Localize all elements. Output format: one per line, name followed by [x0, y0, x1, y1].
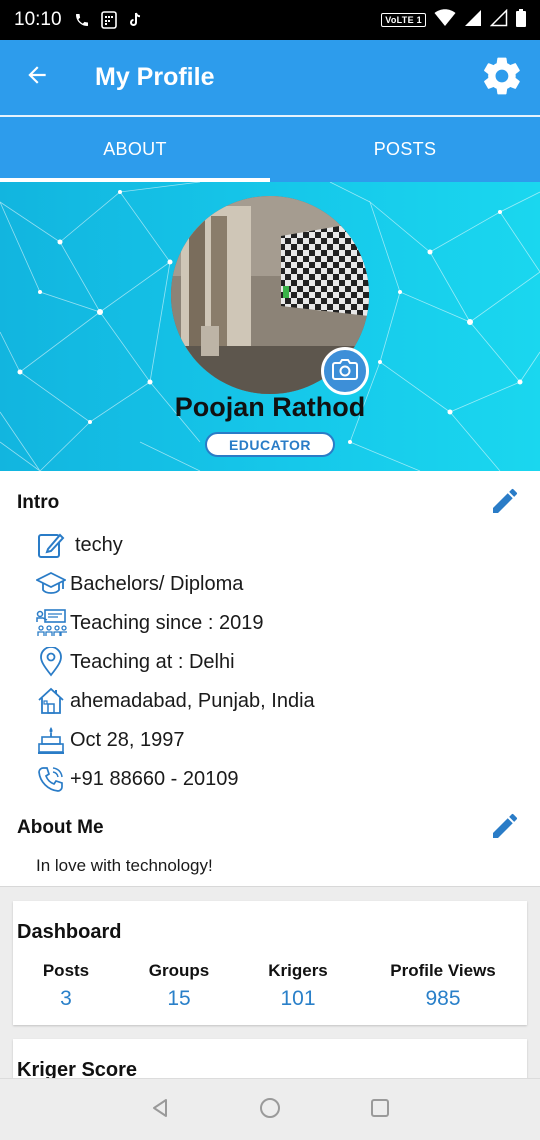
intro-title: Intro [17, 492, 60, 513]
stat-value: 3 [60, 987, 72, 1010]
change-photo-button[interactable] [321, 347, 369, 395]
tab-bar: ABOUT POSTS [0, 115, 540, 182]
back-triangle-icon[interactable] [149, 1097, 171, 1124]
battery-icon [516, 8, 526, 32]
dashboard-title: Dashboard [17, 921, 122, 943]
graduation-cap-icon [34, 567, 68, 601]
stat-groups[interactable]: Groups 15 [135, 961, 223, 1011]
stat-posts[interactable]: Posts 3 [27, 961, 105, 1011]
gear-icon[interactable] [480, 54, 524, 103]
page-title: My Profile [95, 63, 215, 91]
home-circle-icon[interactable] [259, 1097, 281, 1124]
pencil-icon[interactable] [489, 485, 521, 522]
stat-label: Groups [148, 961, 210, 980]
dashboard-area: Dashboard Posts 3 Groups 15 Krigers 101 … [0, 886, 540, 1079]
edit-note-icon [34, 528, 68, 562]
back-button[interactable] [0, 40, 74, 115]
settings-button[interactable] [478, 54, 526, 102]
stat-value: 15 [167, 987, 191, 1010]
intro-item-text: techy [75, 533, 123, 556]
edit-about-button[interactable] [488, 811, 522, 845]
intro-item-text: Teaching at : Delhi [70, 650, 235, 673]
profile-banner: Poojan Rathod EDUCATOR [0, 182, 540, 471]
intro-item-text: +91 88660 - 20109 [70, 767, 239, 790]
wifi-icon [434, 8, 456, 32]
tiktok-icon [128, 12, 142, 28]
nav-back-button[interactable] [145, 1095, 175, 1125]
stat-krigers[interactable]: Krigers 101 [253, 961, 343, 1011]
role-badge: EDUCATOR [205, 432, 335, 457]
classroom-icon [34, 606, 68, 640]
pencil-icon[interactable] [489, 810, 521, 847]
phone-icon [74, 12, 90, 28]
intro-item-phone: +91 88660 - 20109 [34, 762, 239, 796]
status-time: 10:10 [14, 9, 62, 30]
intro-item-text: Bachelors/ Diploma [70, 572, 244, 595]
kriger-score-title: Kriger Score [17, 1059, 138, 1079]
phone-ring-icon [34, 762, 68, 796]
location-pin-icon [34, 645, 68, 679]
intro-item-location: ahemadabad, Punjab, India [34, 684, 315, 718]
stat-profile-views[interactable]: Profile Views 985 [379, 961, 507, 1011]
intro-item-education: Bachelors/ Diploma [34, 567, 243, 601]
intro-item-bio: techy [34, 528, 123, 562]
profile-name: Poojan Rathod [174, 392, 366, 422]
stat-label: Profile Views [390, 961, 496, 980]
system-nav-bar [0, 1078, 540, 1140]
signal-empty-icon [489, 8, 508, 32]
stat-label: Krigers [268, 961, 328, 980]
camera-icon[interactable] [332, 358, 358, 385]
intro-item-text: Teaching since : 2019 [70, 611, 264, 634]
status-bar: 10:10 VoLTE 1 [0, 0, 540, 40]
tab-about[interactable]: ABOUT [0, 117, 270, 182]
stat-value: 101 [280, 987, 316, 1010]
signal-icon [464, 9, 482, 32]
about-me-title: About Me [17, 817, 104, 838]
sim-icon [100, 11, 118, 29]
stat-value: 985 [425, 987, 461, 1010]
edit-intro-button[interactable] [488, 486, 522, 520]
home-icon [34, 684, 68, 718]
about-me-text: In love with technology! [36, 856, 213, 875]
intro-item-birthday: Oct 28, 1997 [34, 723, 185, 757]
app-bar: My Profile [0, 40, 540, 115]
intro-item-teaching-at: Teaching at : Delhi [34, 645, 235, 679]
volte-badge: VoLTE 1 [381, 13, 426, 27]
intro-item-text: ahemadabad, Punjab, India [70, 689, 315, 712]
nav-recents-button[interactable] [365, 1095, 395, 1125]
kriger-score-card: Kriger Score [13, 1039, 527, 1079]
dashboard-card: Dashboard Posts 3 Groups 15 Krigers 101 … [13, 901, 527, 1025]
intro-item-text: Oct 28, 1997 [70, 728, 185, 751]
recents-square-icon[interactable] [369, 1097, 391, 1124]
cake-icon [34, 723, 68, 757]
nav-home-button[interactable] [255, 1095, 285, 1125]
intro-item-teaching-since: Teaching since : 2019 [34, 606, 263, 640]
arrow-left-icon[interactable] [24, 62, 50, 93]
stat-label: Posts [42, 961, 90, 980]
tab-posts[interactable]: POSTS [270, 117, 540, 182]
